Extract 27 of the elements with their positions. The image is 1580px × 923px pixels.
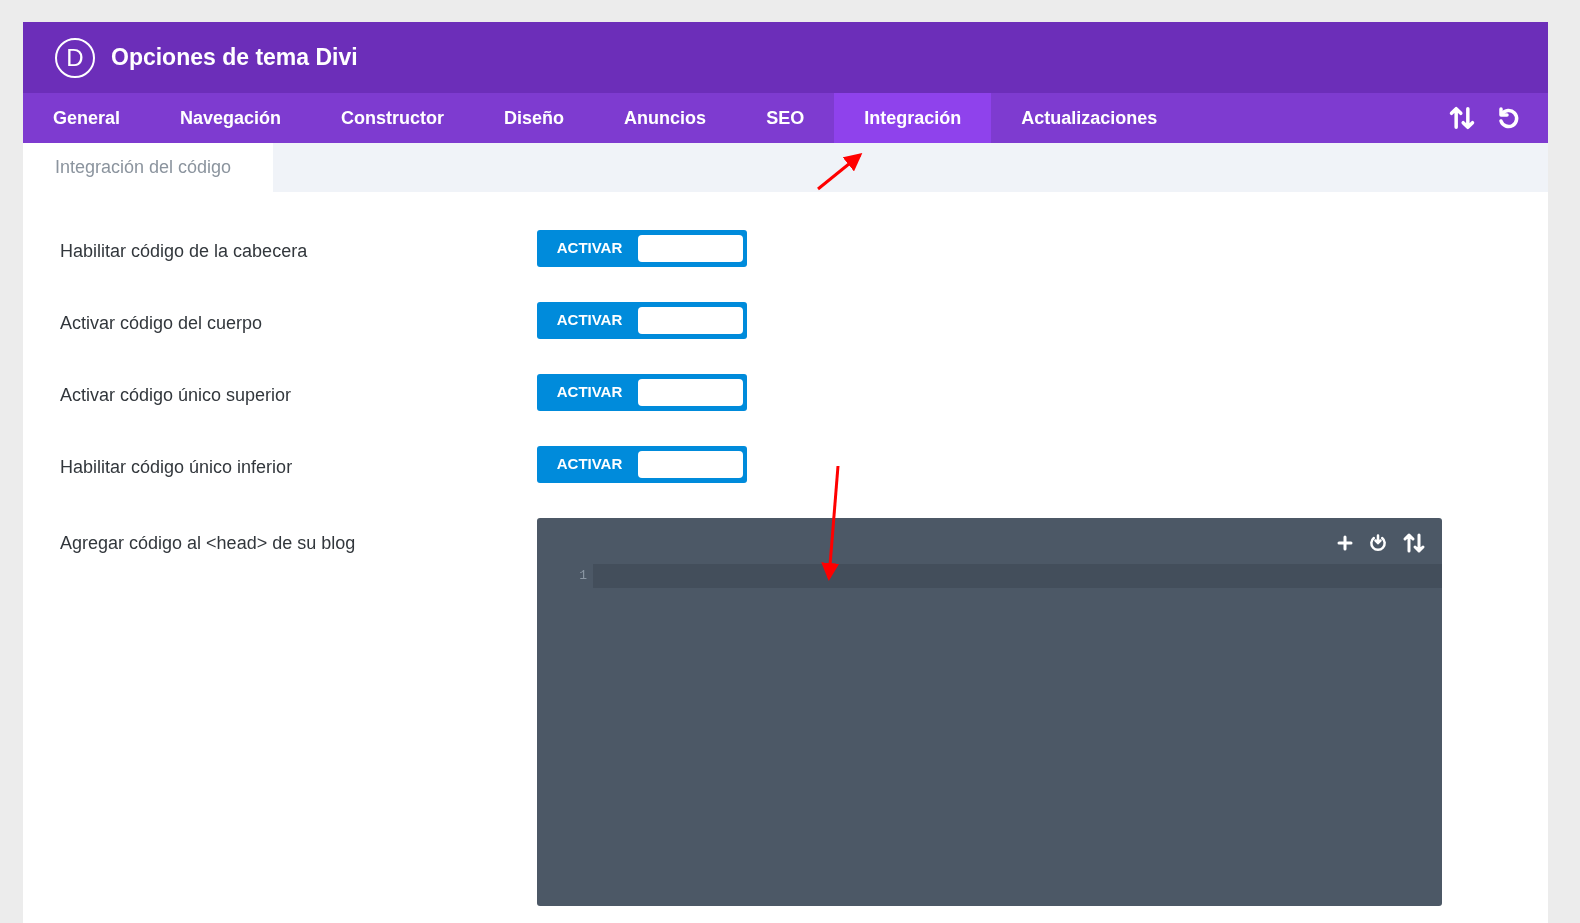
tab[interactable]: Navegación bbox=[150, 93, 312, 143]
undo-icon[interactable] bbox=[1496, 106, 1520, 130]
tab[interactable]: Constructor bbox=[311, 93, 475, 143]
logo-icon: D bbox=[55, 37, 95, 78]
power-icon[interactable] bbox=[1368, 533, 1388, 553]
window-title: Opciones de tema Divi bbox=[111, 43, 358, 73]
annotation-arrow bbox=[817, 153, 863, 191]
setting-label: Habilitar código único inferior bbox=[60, 456, 294, 479]
tab[interactable]: Actualizaciones bbox=[991, 93, 1188, 143]
plus-icon[interactable] bbox=[1336, 534, 1354, 552]
sort-icon[interactable] bbox=[1448, 104, 1476, 132]
setting-label: Activar código único superior bbox=[60, 384, 293, 407]
setting-label: Habilitar código de la cabecera bbox=[60, 240, 309, 263]
tab[interactable]: General bbox=[23, 93, 151, 143]
line-number: 1 bbox=[578, 567, 588, 585]
toggle-switch[interactable]: ACTIVAR bbox=[537, 446, 747, 483]
toggle-switch[interactable]: ACTIVAR bbox=[537, 374, 747, 411]
setting-label: Activar código del cuerpo bbox=[60, 312, 264, 335]
setting-label: Agregar código al <head> de su blog bbox=[60, 532, 357, 555]
sort-icon[interactable] bbox=[1402, 531, 1426, 555]
tab[interactable]: Integración bbox=[834, 93, 992, 143]
toggle-switch[interactable]: ACTIVAR bbox=[537, 230, 747, 267]
subtab[interactable]: Integración del código bbox=[23, 143, 273, 192]
tab[interactable]: SEO bbox=[736, 93, 835, 143]
tab[interactable]: Diseño bbox=[474, 93, 595, 143]
tab[interactable]: Anuncios bbox=[594, 93, 737, 143]
toggle-switch[interactable]: ACTIVAR bbox=[537, 302, 747, 339]
